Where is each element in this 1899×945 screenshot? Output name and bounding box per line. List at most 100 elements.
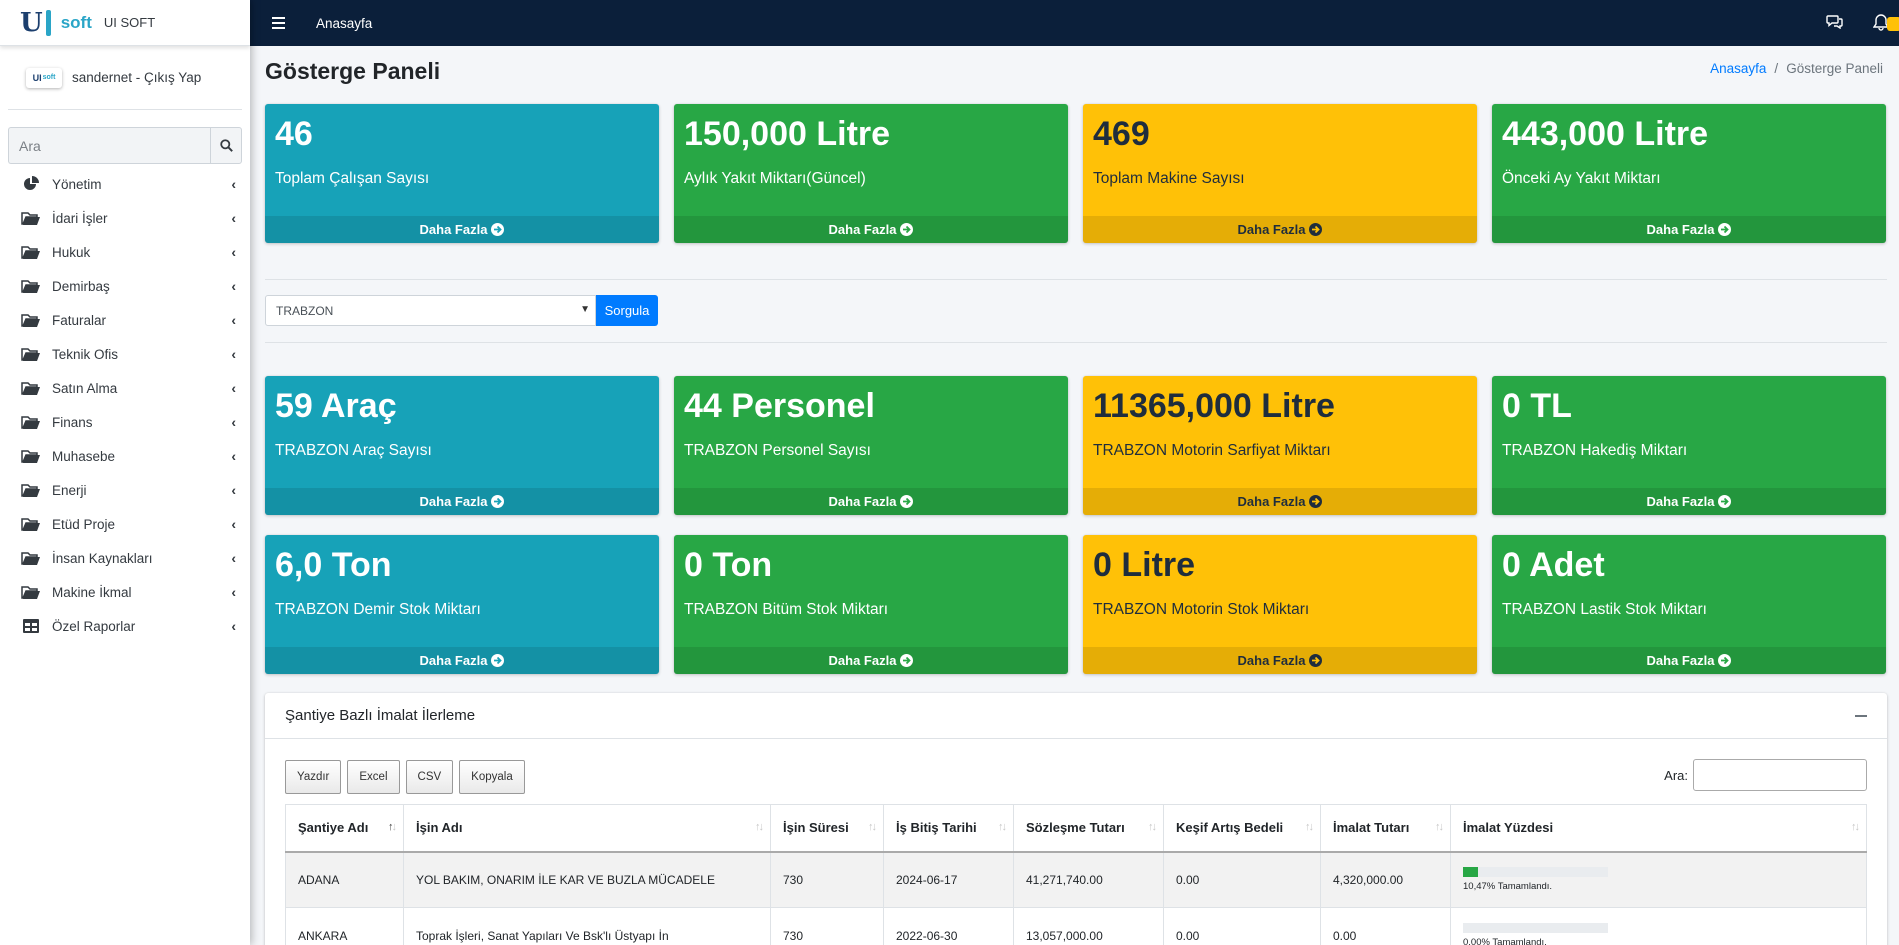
sidebar-item-satın-alma[interactable]: Satın Alma ‹: [0, 371, 250, 405]
sidebar-item-yönetim[interactable]: Yönetim ‹: [0, 167, 250, 201]
sidebar-item-finans[interactable]: Finans ‹: [0, 405, 250, 439]
chevron-left-icon: ‹: [231, 176, 236, 192]
comments-icon[interactable]: [1826, 14, 1843, 32]
stat-label: TRABZON Personel Sayısı: [684, 442, 871, 459]
user-panel: UI soft sandernet - Çıkış Yap: [8, 46, 242, 110]
sidebar-item-teknik-ofis[interactable]: Teknik Ofis ‹: [0, 337, 250, 371]
table-row[interactable]: ANKARA Toprak İşleri, Sanat Yapıları Ve B…: [285, 907, 1867, 945]
column-header[interactable]: İş Bitiş Tarihi ↑↓: [883, 804, 1014, 853]
more-info-link[interactable]: Daha Fazla: [1083, 647, 1477, 674]
stat-box: 44 Personel TRABZON Personel Sayısı Daha F…: [674, 376, 1068, 515]
more-info-link[interactable]: Daha Fazla: [674, 216, 1068, 243]
stat-value: 0 Adet: [1502, 546, 1605, 584]
search-input[interactable]: [8, 127, 210, 164]
sidebar-item-hukuk[interactable]: Hukuk ‹: [0, 235, 250, 269]
notification-badge: [1887, 17, 1899, 31]
more-info-link[interactable]: Daha Fazla: [1083, 488, 1477, 515]
brand-logo: U soft: [20, 7, 92, 38]
export-csv-button[interactable]: CSV: [405, 760, 454, 794]
notifications-bell-icon[interactable]: [1873, 13, 1899, 33]
stat-value: 469: [1093, 115, 1150, 153]
sidebar-item-demirbaş[interactable]: Demirbaş ‹: [0, 269, 250, 303]
stat-label: TRABZON Hakediş Miktarı: [1502, 442, 1688, 459]
user-logout-link[interactable]: sandernet - Çıkış Yap: [72, 70, 201, 85]
chevron-left-icon: ‹: [231, 278, 236, 294]
more-info-link[interactable]: Daha Fazla: [1492, 216, 1886, 243]
more-info-link[interactable]: Daha Fazla: [1492, 647, 1886, 674]
stat-label: TRABZON Lastik Stok Miktarı: [1502, 601, 1707, 618]
sort-icon: ↑↓: [1305, 821, 1314, 833]
arrow-circle-right-icon: [1718, 654, 1732, 667]
folder-open-icon: [20, 210, 42, 226]
column-header[interactable]: İmalat Yüzdesi ↑↓: [1450, 804, 1867, 853]
stat-box: 150,000 Litre Aylık Yakıt Miktarı(Güncel)…: [674, 104, 1068, 243]
sidebar-item-makine-i-kmal[interactable]: Makine İkmal ‹: [0, 575, 250, 609]
table-search: Ara:: [1664, 759, 1867, 791]
more-info-link[interactable]: Daha Fazla: [265, 647, 659, 674]
stat-value: 150,000 Litre: [684, 115, 891, 153]
sidebar-item-label: Etüd Proje: [52, 516, 116, 532]
sidebar-item-i-nsan-kaynakları[interactable]: İnsan Kaynakları ‹: [0, 541, 250, 575]
stat-value: 0 Ton: [684, 546, 773, 584]
progress-text: 0,00% Tamamlandı.: [1463, 937, 1547, 945]
column-header[interactable]: İşin Adı ↑↓: [403, 804, 771, 853]
breadcrumb: Anasayfa / Gösterge Paneli: [1710, 61, 1883, 76]
chevron-left-icon: ‹: [231, 346, 236, 362]
more-info-label: Daha Fazla: [828, 222, 897, 237]
menu-toggle-icon[interactable]: [272, 13, 292, 34]
more-info-link[interactable]: Daha Fazla: [1083, 216, 1477, 243]
chevron-left-icon: ‹: [231, 448, 236, 464]
arrow-circle-right-icon: [1718, 223, 1732, 236]
topbar-home-link[interactable]: Anasayfa: [316, 16, 372, 31]
progress-cell: 10,47% Tamamlandı.: [1450, 851, 1867, 908]
stat-box: 0 Litre TRABZON Motorin Stok Miktarı Daha …: [1083, 535, 1477, 674]
table-cell: Toprak İşleri, Sanat Yapıları Ve Bsk'lı …: [403, 907, 771, 945]
folder-open-icon: [20, 312, 42, 328]
folder-open-icon: [20, 584, 42, 600]
column-header[interactable]: İmalat Tutarı ↑↓: [1320, 804, 1451, 853]
topbar: Anasayfa: [250, 0, 1899, 46]
sidebar-item-etüd-proje[interactable]: Etüd Proje ‹: [0, 507, 250, 541]
city-select[interactable]: TRABZON: [265, 295, 596, 326]
more-info-link[interactable]: Daha Fazla: [1492, 488, 1886, 515]
sidebar-item-muhasebe[interactable]: Muhasebe ‹: [0, 439, 250, 473]
more-info-link[interactable]: Daha Fazla: [265, 216, 659, 243]
chevron-left-icon: ‹: [231, 516, 236, 532]
table-cell: YOL BAKIM, ONARIM İLE KAR VE BUZLA MÜCAD…: [403, 851, 771, 908]
folder-open-icon: [20, 550, 42, 566]
breadcrumb-home-link[interactable]: Anasayfa: [1710, 61, 1766, 76]
sidebar-item-i-dari-i-şler[interactable]: İdari İşler ‹: [0, 201, 250, 235]
table-cell: 730: [770, 907, 884, 945]
query-button[interactable]: Sorgula: [596, 295, 658, 326]
column-header[interactable]: Sözleşme Tutarı ↑↓: [1013, 804, 1164, 853]
collapse-icon[interactable]: [1855, 714, 1867, 717]
folder-open-icon: [20, 380, 42, 396]
more-info-label: Daha Fazla: [1646, 494, 1715, 509]
column-header-label: Şantiye Adı: [298, 820, 369, 836]
more-info-label: Daha Fazla: [1646, 222, 1715, 237]
more-info-link[interactable]: Daha Fazla: [265, 488, 659, 515]
column-header[interactable]: İşin Süresi ↑↓: [770, 804, 884, 853]
table-cell: 2024-06-17: [883, 851, 1014, 908]
arrow-circle-right-icon: [491, 495, 505, 508]
brand-link[interactable]: U soft UI SOFT: [0, 0, 250, 46]
export-copy-button[interactable]: Kopyala: [459, 760, 525, 794]
arrow-circle-right-icon: [900, 654, 914, 667]
breadcrumb-separator: /: [1774, 61, 1779, 76]
table-row[interactable]: ADANA YOL BAKIM, ONARIM İLE KAR VE BUZLA …: [285, 851, 1867, 908]
sidebar-item-faturalar[interactable]: Faturalar ‹: [0, 303, 250, 337]
export-excel-button[interactable]: Excel: [347, 760, 400, 794]
search-button[interactable]: [210, 127, 242, 164]
more-info-link[interactable]: Daha Fazla: [674, 647, 1068, 674]
column-header[interactable]: Şantiye Adı ↑↓: [285, 804, 404, 853]
table-search-input[interactable]: [1693, 759, 1867, 791]
more-info-link[interactable]: Daha Fazla: [674, 488, 1068, 515]
column-header[interactable]: Keşif Artış Bedeli ↑↓: [1163, 804, 1321, 853]
table-cell: 13,057,000.00: [1013, 907, 1164, 945]
progress-bar-track: [1463, 867, 1608, 878]
sidebar-item-label: Makine İkmal: [52, 584, 132, 600]
sidebar-item-özel-raporlar[interactable]: Özel Raporlar ‹: [0, 609, 250, 643]
arrow-circle-right-icon: [900, 223, 914, 236]
export-print-button[interactable]: Yazdır: [285, 760, 342, 794]
sidebar-item-enerji[interactable]: Enerji ‹: [0, 473, 250, 507]
